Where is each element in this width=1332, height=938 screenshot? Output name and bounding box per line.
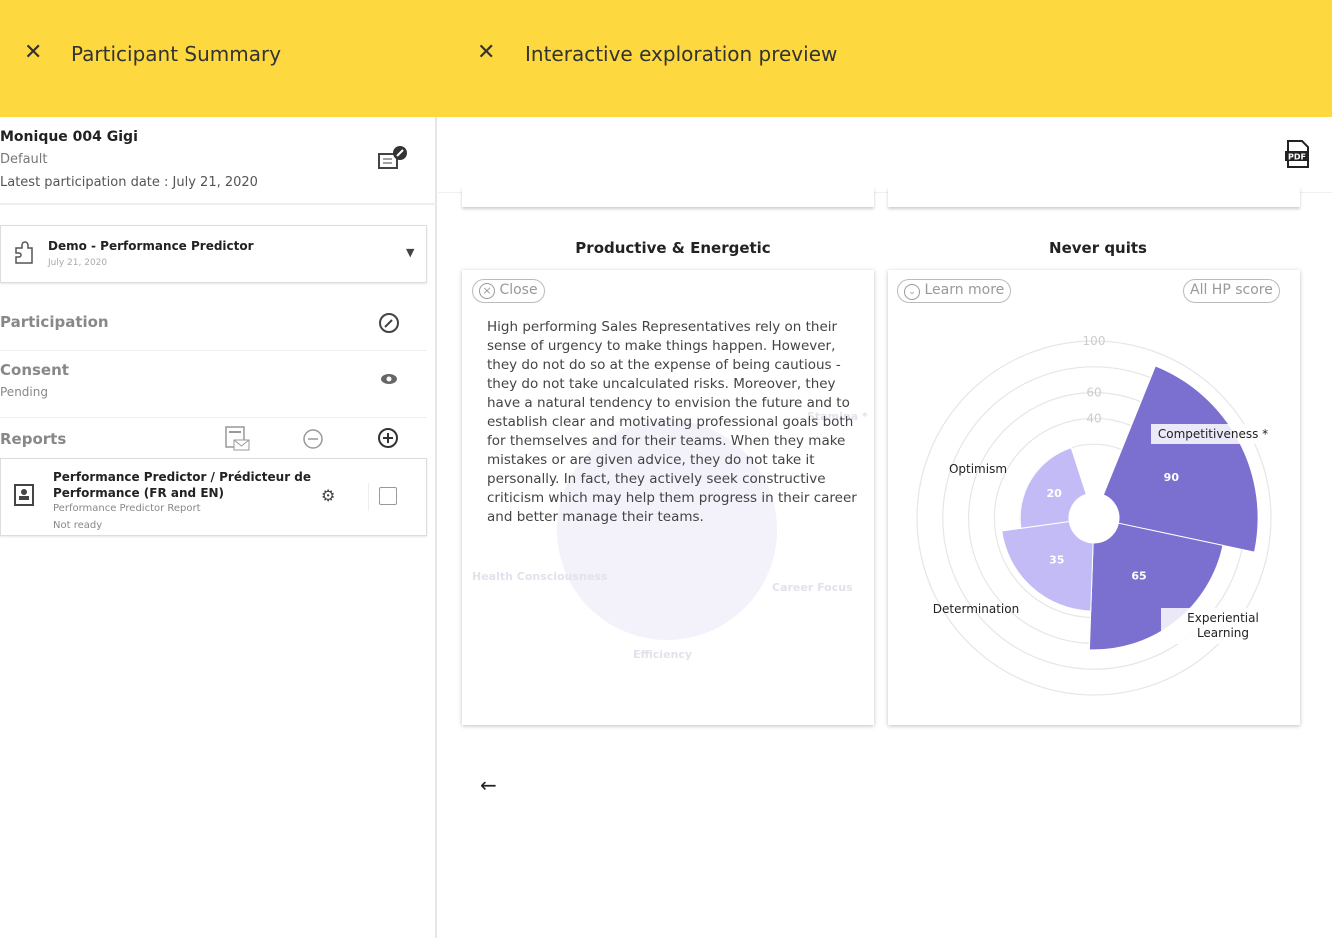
consent-label: Consent xyxy=(0,361,69,379)
latest-participation-date: Latest participation date : July 21, 202… xyxy=(0,175,258,190)
card-above xyxy=(462,187,874,207)
card-title: Productive & Energetic xyxy=(575,239,771,257)
radial-tick-label: 40 xyxy=(1086,411,1101,425)
divider xyxy=(0,203,436,205)
participant-group: Default xyxy=(0,152,48,167)
data-label: 35 xyxy=(1049,553,1064,566)
category-label: Competitiveness * xyxy=(1158,427,1268,441)
back-arrow-icon[interactable]: ← xyxy=(480,773,497,797)
svg-text:PDF: PDF xyxy=(1288,153,1306,162)
close-label: Close xyxy=(499,282,538,298)
polar-bar xyxy=(1102,365,1259,553)
report-subtitle: Performance Predictor Report xyxy=(53,503,201,514)
card-above xyxy=(888,187,1300,207)
eye-icon[interactable] xyxy=(380,373,398,385)
participant-name: Monique 004 Gigi xyxy=(0,129,138,145)
background-label: Health Consciousness xyxy=(472,570,608,583)
preview-title: Interactive exploration preview xyxy=(525,42,838,66)
participant-panel: Monique 004 Gigi Default Latest particip… xyxy=(0,117,437,938)
preview-panel: PDF Productive & Energetic Never quits S… xyxy=(438,117,1332,938)
report-status: Not ready xyxy=(53,520,103,531)
consent-status: Pending xyxy=(0,385,48,399)
dropdown-arrow-icon[interactable]: ▼ xyxy=(406,246,414,259)
divider xyxy=(0,350,427,351)
close-button[interactable]: × Close xyxy=(472,279,545,303)
remove-circle-icon[interactable] xyxy=(302,428,324,450)
polar-chart: 40 60 100 90 Competitiveness * 65 Experiential… xyxy=(916,334,1285,696)
card-title: Never quits xyxy=(1049,239,1147,257)
category-label: Determination xyxy=(933,602,1019,616)
category-label: Optimism xyxy=(949,462,1007,476)
radial-tick-label: 100 xyxy=(1083,334,1106,348)
reports-label: Reports xyxy=(0,430,67,448)
background-label: Efficiency xyxy=(633,648,693,661)
gear-icon[interactable]: ⚙ xyxy=(321,486,335,505)
report-title: Performance Predictor / Prédicteur de Pe… xyxy=(53,470,312,500)
background-label: Career Focus xyxy=(772,581,853,594)
close-icon[interactable]: ✕ xyxy=(24,40,42,65)
preview-toolbar: PDF xyxy=(438,117,1332,193)
category-label: Experiential xyxy=(1187,611,1259,625)
puzzle-icon xyxy=(15,241,33,264)
description-card: Stamina * Health Consciousness Career Fo… xyxy=(462,270,874,725)
description-text: High performing Sales Representatives re… xyxy=(487,319,857,525)
report-item[interactable]: Performance Predictor / Prédicteur de Pe… xyxy=(0,458,427,536)
assessment-selector[interactable]: Demo - Performance Predictor July 21, 20… xyxy=(0,225,427,283)
pdf-icon[interactable]: PDF xyxy=(1284,139,1312,171)
report-checkbox[interactable] xyxy=(379,487,397,505)
edit-circle-icon[interactable] xyxy=(378,312,400,334)
assessment-title: Demo - Performance Predictor xyxy=(48,239,254,253)
participation-label: Participation xyxy=(0,313,109,331)
divider xyxy=(368,483,369,511)
assessment-date: July 21, 2020 xyxy=(48,258,108,268)
category-label: Learning xyxy=(1197,626,1249,640)
data-label: 90 xyxy=(1164,471,1180,484)
divider xyxy=(0,417,427,418)
close-circle-icon: × xyxy=(479,283,495,299)
participant-summary-title: Participant Summary xyxy=(71,42,282,66)
center-hole xyxy=(1069,493,1119,543)
top-bar: ✕ Participant Summary ✕ Interactive expl… xyxy=(0,0,1332,117)
chart-card: ⌄ Learn more All HP score 40 60 100 90 Compe… xyxy=(888,270,1300,725)
data-label: 65 xyxy=(1131,570,1146,583)
add-circle-icon[interactable] xyxy=(377,427,399,449)
edit-notes-icon[interactable] xyxy=(377,145,409,173)
close-icon[interactable]: ✕ xyxy=(477,40,495,65)
report-profile-icon xyxy=(14,484,34,506)
radial-tick-label: 60 xyxy=(1086,386,1101,400)
email-report-icon[interactable] xyxy=(224,425,252,453)
data-label: 20 xyxy=(1047,487,1063,500)
